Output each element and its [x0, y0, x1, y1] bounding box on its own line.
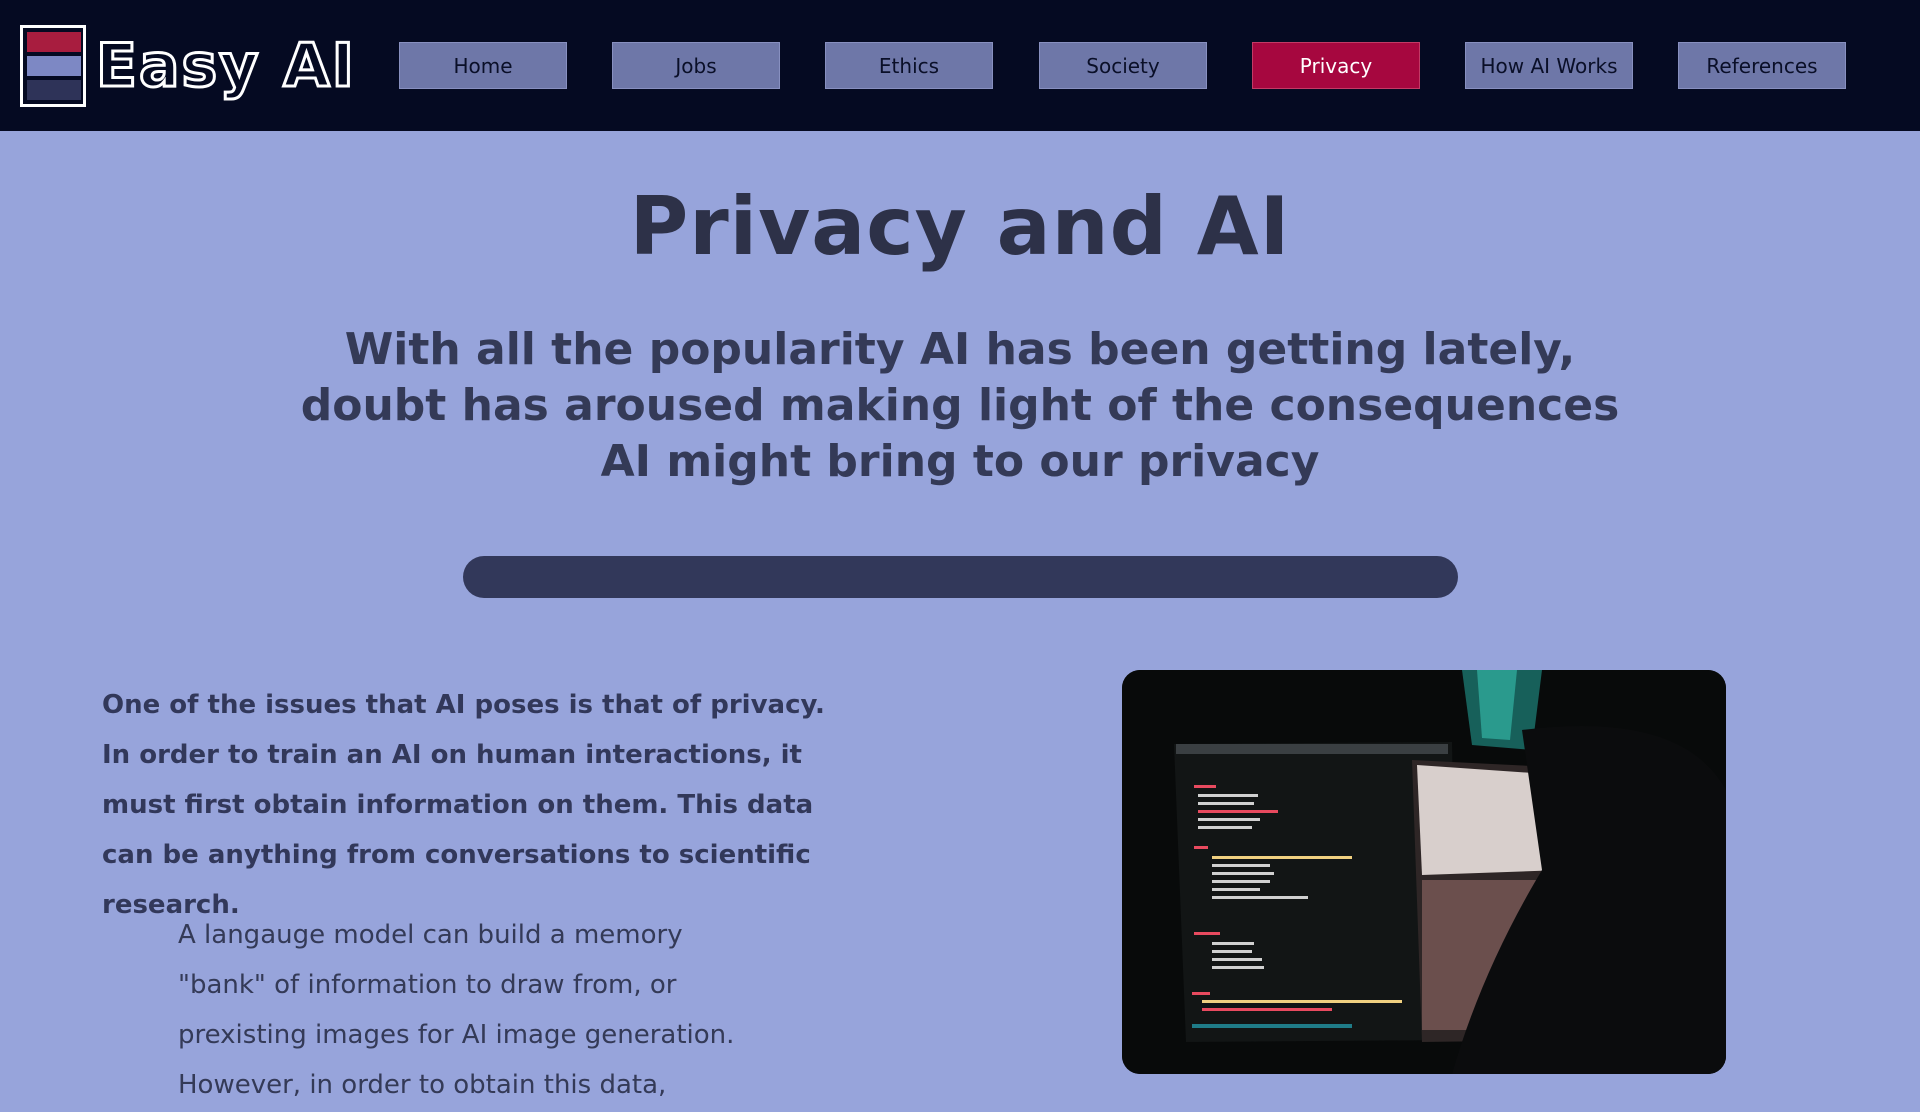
nav-ethics-button[interactable]: Ethics	[825, 42, 993, 89]
site-logo[interactable]: Easy AI	[20, 25, 380, 107]
section-divider	[463, 556, 1458, 598]
page-title: Privacy and AI	[629, 180, 1291, 273]
body-paragraph: A langauge model can build a memory "ban…	[178, 920, 735, 1100]
logo-mark-icon	[20, 25, 86, 107]
nav-jobs-button[interactable]: Jobs	[612, 42, 780, 89]
nav-privacy-button[interactable]: Privacy	[1252, 42, 1420, 89]
laptop-code-image	[1122, 670, 1726, 1074]
intro-paragraph: One of the issues that AI poses is that …	[102, 690, 825, 920]
nav-references-button[interactable]: References	[1678, 42, 1846, 89]
navbar: Easy AI Home Jobs Ethics Society Privacy…	[0, 0, 1920, 131]
page-subtitle: With all the popularity AI has been gett…	[300, 324, 1620, 487]
nav-home-button[interactable]: Home	[399, 42, 567, 89]
code-screen-photo	[1122, 670, 1726, 1074]
nav-society-button[interactable]: Society	[1039, 42, 1207, 89]
nav-how-ai-works-button[interactable]: How AI Works	[1465, 42, 1633, 89]
logo-text: Easy AI	[95, 31, 356, 101]
